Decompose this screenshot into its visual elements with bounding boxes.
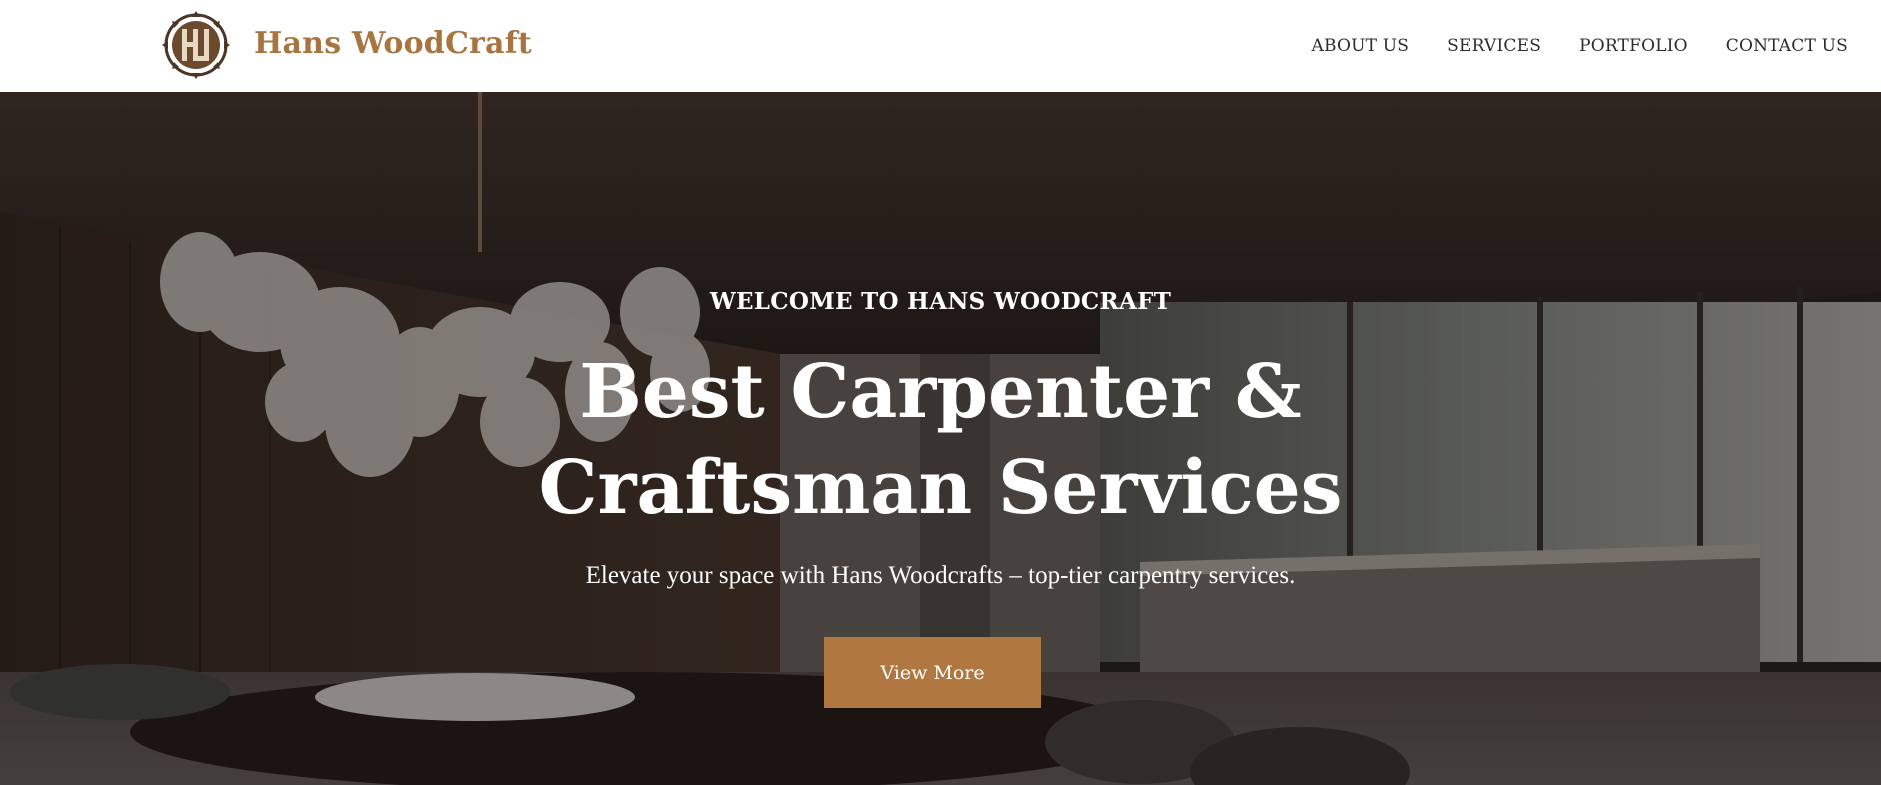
main-nav: ABOUT US SERVICES PORTFOLIO CONTACT US [1311, 0, 1848, 92]
nav-services[interactable]: SERVICES [1447, 36, 1541, 56]
hero-subtitle: Elevate your space with Hans Woodcrafts … [585, 562, 1296, 589]
nav-portfolio[interactable]: PORTFOLIO [1579, 36, 1688, 56]
view-more-button[interactable]: View More [824, 637, 1041, 708]
nav-contact-us[interactable]: CONTACT US [1726, 36, 1848, 56]
hero-headline-line-1: Best Carpenter & [579, 349, 1302, 435]
hero-headline: Best Carpenter & Craftsman Services [0, 344, 1881, 536]
hero-headline-line-2: Craftsman Services [538, 445, 1343, 531]
brand-name[interactable]: Hans WoodCraft [254, 22, 532, 66]
hero-eyebrow: WELCOME TO HANS WOODCRAFT [709, 288, 1172, 315]
hero-content: WELCOME TO HANS WOODCRAFT Best Carpenter… [0, 92, 1881, 785]
nav-about-us[interactable]: ABOUT US [1311, 36, 1409, 56]
hero-section: WELCOME TO HANS WOODCRAFT Best Carpenter… [0, 92, 1881, 785]
site-header: Hans WoodCraft ABOUT US SERVICES PORTFOL… [0, 0, 1881, 92]
hw-logo-icon[interactable] [160, 9, 232, 81]
